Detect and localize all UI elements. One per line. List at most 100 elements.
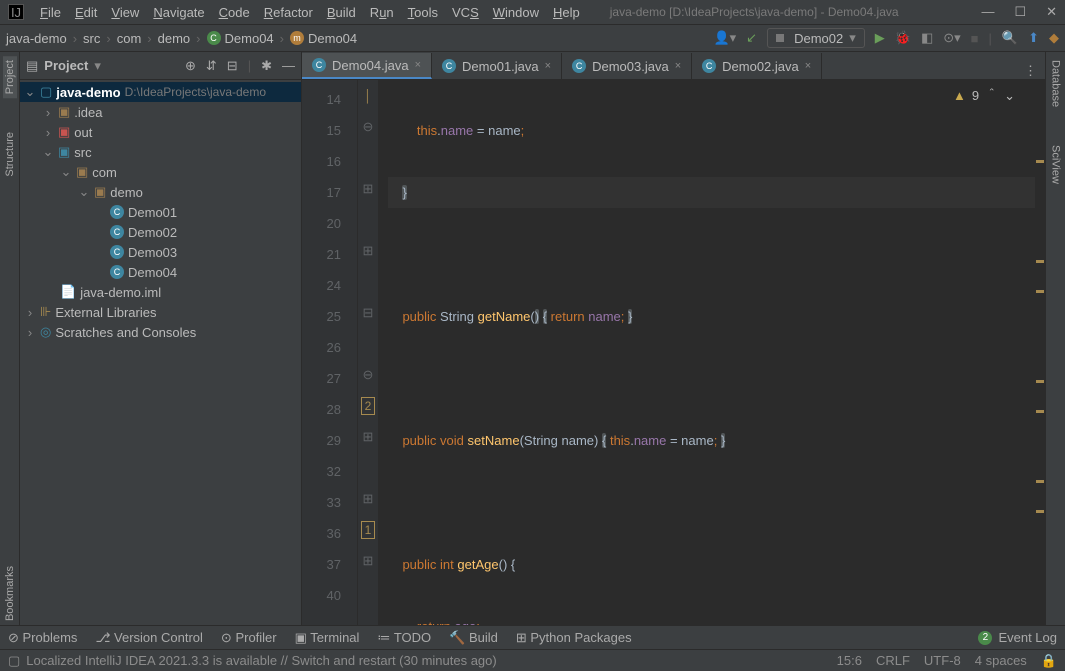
status-icon[interactable]: ▢ — [8, 653, 20, 669]
marker-2[interactable]: 2 — [361, 397, 376, 415]
crumb-class[interactable]: Demo04 — [225, 31, 274, 46]
run-icon[interactable]: ▶ — [875, 30, 885, 46]
close-tab-icon[interactable]: × — [545, 60, 551, 72]
menu-refactor[interactable]: Refactor — [258, 3, 319, 22]
run-config-selector[interactable]: Demo02▾ — [767, 28, 865, 48]
menu-build[interactable]: Build — [321, 3, 362, 22]
menu-view[interactable]: View — [105, 3, 145, 22]
close-tab-icon[interactable]: × — [415, 59, 421, 71]
crumb-demo[interactable]: demo — [158, 31, 191, 46]
status-message[interactable]: Localized IntelliJ IDEA 2021.3.3 is avai… — [26, 653, 496, 668]
tabs-more-icon[interactable]: ⋮ — [1016, 63, 1045, 79]
crumb-project[interactable]: java-demo — [6, 31, 67, 46]
code-editor[interactable]: ▲9 ＾ ⌄ 14 15 16 17 20 21 24 25 26 27 28 … — [302, 80, 1045, 625]
menu-navigate[interactable]: Navigate — [147, 3, 210, 22]
stop-icon[interactable]: ■ — [971, 31, 979, 46]
menu-code[interactable]: Code — [213, 3, 256, 22]
close-tab-icon[interactable]: × — [805, 60, 811, 72]
expand-all-icon[interactable]: ⇵ — [206, 58, 217, 74]
settings-icon[interactable]: ✱ — [261, 58, 272, 74]
code-content[interactable]: this.name = name; } public String getNam… — [378, 80, 1035, 625]
chevron-up-icon[interactable]: ＾ — [985, 86, 998, 105]
event-badge[interactable]: 2 — [978, 631, 992, 645]
line-gutter[interactable]: 14 15 16 17 20 21 24 25 26 27 28 29 32 3… — [302, 80, 358, 625]
encoding[interactable]: UTF-8 — [924, 653, 961, 669]
crumb-com[interactable]: com — [117, 31, 142, 46]
indent[interactable]: 4 spaces — [975, 653, 1027, 669]
tab-demo02[interactable]: CDemo02.java× — [692, 53, 822, 79]
project-view-icon: ▤ — [26, 58, 38, 74]
tree-file-demo01[interactable]: CDemo01 — [20, 202, 301, 222]
add-user-icon[interactable]: 👤▾ — [713, 30, 736, 46]
menu-window[interactable]: Window — [487, 3, 545, 22]
tree-root[interactable]: ⌄▢ java-demo D:\IdeaProjects\java-demo — [20, 82, 301, 102]
fold-gutter[interactable]: │ ⊖ ⊞ ⊞ ⊟ ⊖ 2 ⊞ ⊞ 1 ⊞ — [358, 80, 378, 625]
app-logo: IJ — [8, 4, 24, 20]
window-title-path: java-demo [D:\IdeaProjects\java-demo] - … — [610, 5, 899, 19]
tree-com[interactable]: ⌄▣com — [20, 162, 301, 182]
menu-edit[interactable]: Edit — [69, 3, 103, 22]
minimize-icon[interactable]: — — [981, 4, 994, 20]
tree-idea[interactable]: ›▣.idea — [20, 102, 301, 122]
tree-file-demo02[interactable]: CDemo02 — [20, 222, 301, 242]
caret-pos[interactable]: 15:6 — [837, 653, 862, 669]
class-icon: C — [702, 59, 716, 73]
tool-bookmarks-tab[interactable]: Bookmarks — [3, 562, 17, 625]
tree-file-demo03[interactable]: CDemo03 — [20, 242, 301, 262]
hammer-icon[interactable]: ↙ — [746, 30, 757, 46]
ide-icon[interactable]: ◆ — [1049, 30, 1059, 46]
coverage-icon[interactable]: ◧ — [921, 30, 933, 46]
tool-project-tab[interactable]: Project — [3, 56, 17, 98]
tool-structure-tab[interactable]: Structure — [3, 128, 17, 181]
tab-demo01[interactable]: CDemo01.java× — [432, 53, 562, 79]
panel-title[interactable]: Project — [44, 58, 88, 73]
maximize-icon[interactable]: ☐ — [1014, 4, 1026, 20]
hide-panel-icon[interactable]: — — [282, 58, 295, 74]
inspection-indicator[interactable]: ▲9 ＾ ⌄ — [953, 86, 1015, 105]
tool-sciview-tab[interactable]: SciView — [1049, 141, 1063, 188]
menu-vcs[interactable]: VCS — [446, 3, 485, 22]
class-icon: C — [312, 58, 326, 72]
tool-database-tab[interactable]: Database — [1049, 56, 1063, 111]
method-icon: m — [290, 31, 304, 45]
tool-profiler[interactable]: ⊙ Profiler — [221, 630, 277, 646]
menu-run[interactable]: Run — [364, 3, 400, 22]
tool-problems[interactable]: ⊘ Problems — [8, 630, 77, 646]
tool-todo[interactable]: ≔ TODO — [377, 630, 431, 646]
menu-file[interactable]: File — [34, 3, 67, 22]
tool-build[interactable]: 🔨 Build — [449, 630, 498, 646]
tree-ext-libs[interactable]: ›⊪External Libraries — [20, 302, 301, 322]
tool-terminal[interactable]: ▣ Terminal — [295, 630, 360, 646]
menu-tools[interactable]: Tools — [402, 3, 444, 22]
line-sep[interactable]: CRLF — [876, 653, 910, 669]
chevron-down-icon[interactable]: ⌄ — [1004, 88, 1015, 104]
debug-icon[interactable]: 🐞 — [895, 30, 911, 46]
marker-1[interactable]: 1 — [361, 521, 376, 539]
tree-iml[interactable]: 📄java-demo.iml — [20, 282, 301, 302]
close-icon[interactable]: ✕ — [1046, 4, 1057, 20]
event-log[interactable]: Event Log — [998, 630, 1057, 645]
tree-scratches[interactable]: ›◎Scratches and Consoles — [20, 322, 301, 342]
tree-src[interactable]: ⌄▣src — [20, 142, 301, 162]
sync-icon[interactable]: ⬆ — [1028, 30, 1039, 46]
tab-demo03[interactable]: CDemo03.java× — [562, 53, 692, 79]
main-menu: File Edit View Navigate Code Refactor Bu… — [34, 3, 586, 22]
tree-file-demo04[interactable]: CDemo04 — [20, 262, 301, 282]
tree-out[interactable]: ›▣out — [20, 122, 301, 142]
collapse-all-icon[interactable]: ⊟ — [227, 58, 238, 74]
tab-demo04[interactable]: CDemo04.java× — [302, 53, 432, 79]
error-stripe[interactable] — [1035, 80, 1045, 625]
tool-python[interactable]: ⊞ Python Packages — [516, 630, 632, 646]
crumb-method[interactable]: Demo04 — [308, 31, 357, 46]
profile-icon[interactable]: ⊙▾ — [943, 30, 960, 46]
breadcrumb[interactable]: java-demo› src› com› demo› C Demo04› m D… — [6, 31, 357, 46]
lock-icon[interactable]: 🔒 — [1041, 653, 1057, 669]
tree-demo[interactable]: ⌄▣demo — [20, 182, 301, 202]
crumb-src[interactable]: src — [83, 31, 100, 46]
search-icon[interactable]: 🔍 — [1002, 30, 1018, 46]
select-opened-icon[interactable]: ⊕ — [185, 58, 196, 74]
tool-vcs[interactable]: ⎇ Version Control — [95, 630, 202, 646]
menu-help[interactable]: Help — [547, 3, 586, 22]
project-tree[interactable]: ⌄▢ java-demo D:\IdeaProjects\java-demo ›… — [20, 80, 301, 625]
close-tab-icon[interactable]: × — [675, 60, 681, 72]
